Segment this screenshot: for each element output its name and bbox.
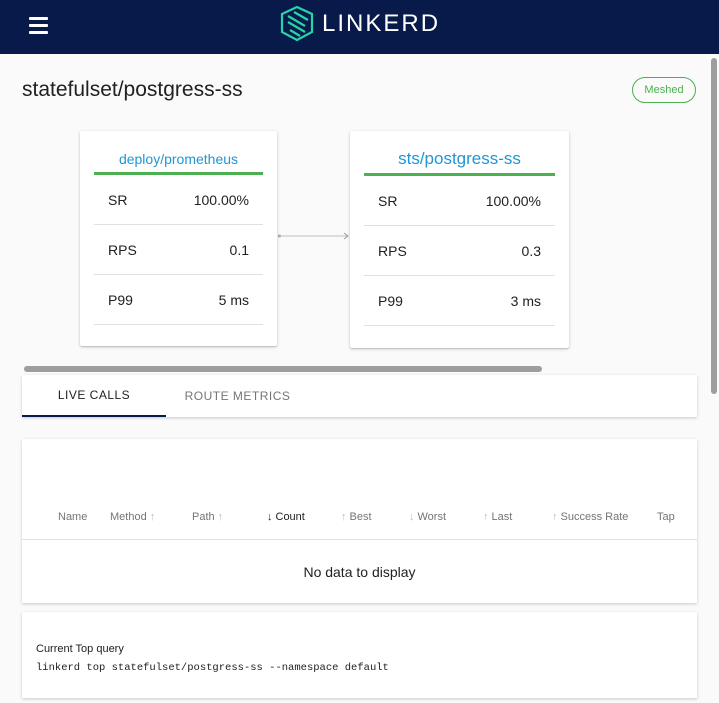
- live-calls-table: Name Method ↑ Path ↑ ↓ Count ↑ Best ↓ Worst ↑…: [22, 439, 697, 603]
- metric-label: SR: [108, 191, 128, 208]
- sort-down-icon: ↓: [267, 511, 273, 523]
- source-node-name[interactable]: deploy/prometheus: [80, 131, 277, 172]
- metric-value: 100.00%: [193, 191, 249, 208]
- sort-up-icon: ↑: [149, 511, 156, 523]
- page-title: statefulset/postgress-ss: [22, 78, 243, 101]
- tab-live-calls[interactable]: LIVE CALLS: [22, 375, 166, 417]
- column-header-method[interactable]: Method ↑: [110, 511, 158, 523]
- metric-label: SR: [378, 192, 398, 209]
- divider: [22, 539, 697, 540]
- sort-up-icon: ↑: [217, 511, 224, 523]
- linkerd-mark-icon: [280, 6, 314, 42]
- linkerd-logo[interactable]: LINKERD: [278, 6, 440, 42]
- target-node-card: sts/postgress-ss SR 100.00% RPS 0.3 P99 …: [350, 131, 569, 348]
- vertical-scrollbar[interactable]: [711, 58, 717, 394]
- sort-up-icon: ↑: [341, 511, 347, 523]
- tab-bar: LIVE CALLS ROUTE METRICS: [22, 375, 697, 417]
- metric-value: 100.00%: [485, 192, 541, 209]
- app-bar: LINKERD: [0, 0, 719, 54]
- column-header-best[interactable]: ↑ Best: [338, 511, 372, 523]
- sort-up-icon: ↑: [483, 511, 489, 523]
- edge-arrow-icon: [278, 232, 349, 240]
- sort-up-icon: ↑: [552, 511, 558, 523]
- metric-label: P99: [108, 291, 133, 308]
- column-header-count[interactable]: ↓ Count: [264, 511, 305, 523]
- status-badge: Meshed: [632, 77, 696, 103]
- sort-down-icon: ↓: [409, 511, 415, 523]
- column-header-tap: Tap: [657, 511, 675, 523]
- metric-label: RPS: [378, 242, 407, 259]
- metric-value: 5 ms: [218, 291, 249, 308]
- query-command: linkerd top statefulset/postgress-ss --n…: [36, 662, 389, 674]
- metric-row: P99 3 ms: [364, 276, 555, 326]
- tab-route-metrics[interactable]: ROUTE METRICS: [166, 375, 309, 417]
- metric-row: SR 100.00%: [364, 176, 555, 226]
- metric-label: RPS: [108, 241, 137, 258]
- query-label: Current Top query: [36, 643, 124, 655]
- target-node-name: sts/postgress-ss: [398, 149, 521, 168]
- metric-row: P99 5 ms: [94, 275, 263, 325]
- column-header-path[interactable]: Path ↑: [192, 511, 226, 523]
- horizontal-scrollbar[interactable]: [24, 366, 542, 372]
- metric-row: RPS 0.1: [94, 225, 263, 275]
- column-header-last[interactable]: ↑ Last: [480, 511, 512, 523]
- menu-icon[interactable]: [29, 17, 48, 34]
- column-header-worst[interactable]: ↓ Worst: [406, 511, 446, 523]
- metric-row: SR 100.00%: [94, 175, 263, 225]
- column-header-success-rate[interactable]: ↑ Success Rate: [549, 511, 628, 523]
- metric-label: P99: [378, 292, 403, 309]
- empty-state-message: No data to display: [303, 564, 416, 580]
- metric-value: 3 ms: [510, 292, 541, 309]
- column-header-name[interactable]: Name: [58, 511, 87, 523]
- top-query-card: Current Top query linkerd top statefulse…: [22, 612, 697, 698]
- logo-text: LINKERD: [322, 10, 441, 37]
- metric-row: RPS 0.3: [364, 226, 555, 276]
- metric-value: 0.3: [521, 242, 541, 259]
- source-node-card: deploy/prometheus SR 100.00% RPS 0.1 P99…: [80, 131, 277, 346]
- metric-value: 0.1: [229, 241, 249, 258]
